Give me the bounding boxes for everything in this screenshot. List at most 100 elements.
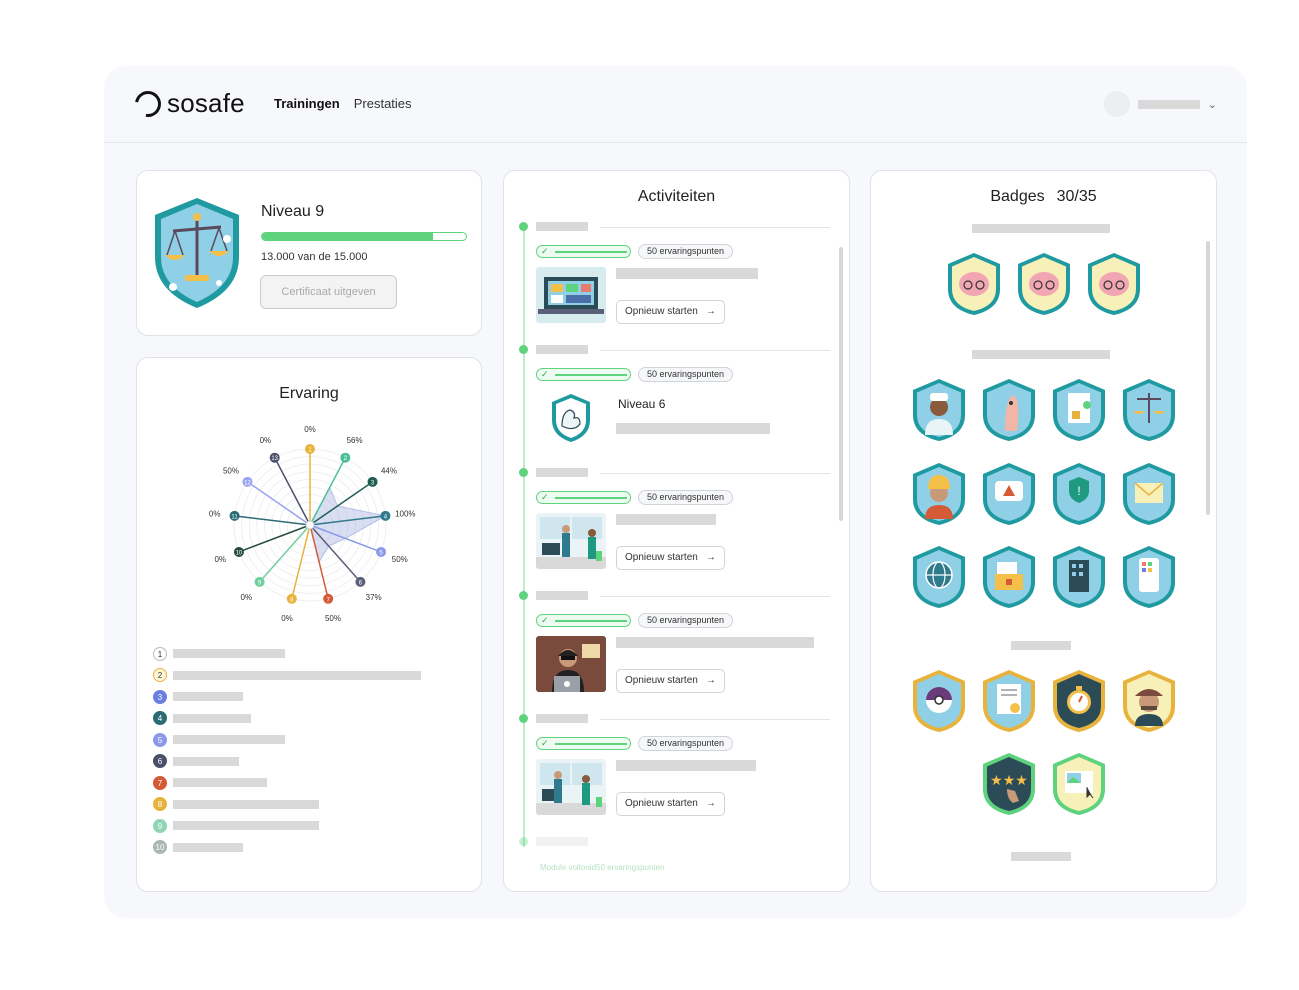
globe-badge-icon[interactable] xyxy=(911,544,967,610)
worm-badge-icon[interactable] xyxy=(981,377,1037,443)
legend-label-placeholder xyxy=(173,842,243,852)
stars-rating-badge-icon[interactable]: ★★★ xyxy=(981,751,1037,817)
legend-item: 9 xyxy=(153,815,421,837)
activity-item: ✓ 50 ervaringspunten Opnieuw starten → xyxy=(504,222,849,345)
top-bar: sosafe Trainingen Prestaties ⌄ xyxy=(104,66,1247,143)
badges-count: 30/35 xyxy=(1056,188,1097,205)
activity-thumbnail[interactable] xyxy=(536,513,606,569)
stopwatch-badge-icon[interactable] xyxy=(1051,668,1107,734)
badge-section-title-placeholder xyxy=(1011,852,1071,861)
radar-value-label: 50% xyxy=(392,555,408,564)
arrow-right-icon: → xyxy=(705,798,716,809)
sosafe-logo[interactable]: sosafe xyxy=(129,85,245,122)
level-progress-fill xyxy=(262,233,434,240)
badges-card: Badges 30/35 ! ★★★ xyxy=(870,170,1217,892)
restart-label: Opnieuw starten xyxy=(625,798,698,809)
badge-section-title-placeholder xyxy=(1011,641,1071,650)
restart-label: Opnieuw starten xyxy=(625,552,698,563)
brain-reading-badge-icon[interactable] xyxy=(1086,251,1142,317)
brain-weights-badge-icon[interactable] xyxy=(946,251,1002,317)
legend-number: 4 xyxy=(153,711,167,726)
legend-label-placeholder xyxy=(173,649,285,659)
legend-item: 4 xyxy=(153,708,421,730)
activities-card: Activiteiten ✓ 50 ervaringspunten Opnieuw … xyxy=(503,170,850,892)
brain-idea-badge-icon[interactable] xyxy=(1016,251,1072,317)
nav-trainingen[interactable]: Trainingen xyxy=(274,96,340,111)
activity-item: ✓ 50 ervaringspunten Niveau 6 xyxy=(504,345,849,468)
activity-xp-badge: 50 ervaringspunten xyxy=(638,367,734,382)
phone-apps-badge-icon[interactable] xyxy=(1121,544,1177,610)
experience-title: Ervaring xyxy=(279,385,339,402)
building-badge-icon[interactable] xyxy=(1051,544,1107,610)
legend-number: 1 xyxy=(153,646,167,661)
radar-axis-13 xyxy=(274,457,311,526)
activity-item: ✓ 50 ervaringspunten Opnieuw starten → xyxy=(504,714,849,837)
activity-thumbnail[interactable] xyxy=(536,267,606,323)
radar-value-label: 100% xyxy=(395,509,415,518)
activity-status-badge: ✓ xyxy=(536,737,631,750)
certificate-badge-icon[interactable] xyxy=(981,668,1037,734)
activity-date-placeholder xyxy=(536,714,588,723)
folder-lock-badge-icon[interactable] xyxy=(981,544,1037,610)
activity-item: ✓ 50 ervaringspunten Opnieuw starten → xyxy=(504,591,849,714)
activity-xp-badge: 50 ervaringspunten xyxy=(638,613,734,628)
restart-button[interactable]: Opnieuw starten → xyxy=(616,546,725,570)
radar-axis-number: 11 xyxy=(231,514,238,520)
justice-scale-shield-icon xyxy=(151,195,243,316)
activity-thumbnail[interactable] xyxy=(536,636,606,692)
restart-button[interactable]: Opnieuw starten → xyxy=(616,300,725,324)
certificate-button[interactable]: Certificaat uitgeven xyxy=(260,275,397,309)
activity-thumbnail[interactable] xyxy=(536,759,606,815)
legend-item: 1 xyxy=(153,643,421,665)
image-cursor-badge-icon[interactable] xyxy=(1051,751,1107,817)
legend-label-placeholder xyxy=(173,756,239,766)
radar-axis-number: 13 xyxy=(271,456,278,462)
justice-scale-badge-icon[interactable] xyxy=(1121,377,1177,443)
svg-text:!: ! xyxy=(1077,484,1080,498)
construction-worker-badge-icon[interactable] xyxy=(911,461,967,527)
legend-label-placeholder xyxy=(173,713,251,723)
restart-button[interactable]: Opnieuw starten → xyxy=(616,669,725,693)
email-badge-icon[interactable] xyxy=(1121,461,1177,527)
activity-divider xyxy=(600,227,830,228)
restart-button[interactable]: Opnieuw starten → xyxy=(616,792,725,816)
warning-chat-badge-icon[interactable] xyxy=(981,461,1037,527)
badge-section-title-placeholder xyxy=(972,224,1110,233)
legend-item: 7 xyxy=(153,772,421,794)
chef-badge-icon[interactable] xyxy=(911,377,967,443)
timeline-dot xyxy=(519,222,528,231)
avatar xyxy=(1103,91,1130,117)
faded-module-text: Module voltooid xyxy=(540,863,597,872)
activities-title: Activiteiten xyxy=(637,188,716,205)
shield-hands-badge-icon[interactable]: ! xyxy=(1051,461,1107,527)
legend-label-placeholder xyxy=(173,778,267,788)
arrow-right-icon: → xyxy=(705,552,716,563)
activity-status-badge: ✓ xyxy=(536,614,631,627)
legend-item: 10 xyxy=(153,837,421,859)
activity-xp-badge: 50 ervaringspunten xyxy=(638,736,734,751)
legend-item: 8 xyxy=(153,794,421,816)
document-lock-badge-icon[interactable] xyxy=(1051,377,1107,443)
status-progress-line xyxy=(555,374,627,376)
pokeball-badge-icon[interactable] xyxy=(911,668,967,734)
legend-item: 3 xyxy=(153,686,421,708)
activity-title-placeholder xyxy=(616,514,716,525)
check-icon: ✓ xyxy=(541,492,549,502)
activity-status-badge: ✓ xyxy=(536,245,631,258)
timeline-dot xyxy=(519,591,528,600)
badges-scrollbar[interactable] xyxy=(1206,241,1210,515)
nav-prestaties[interactable]: Prestaties xyxy=(354,96,412,111)
legend-number: 5 xyxy=(153,732,167,747)
activity-divider xyxy=(600,719,830,720)
arrow-right-icon: → xyxy=(705,675,716,686)
activity-item: ✓ 50 ervaringspunten Opnieuw starten → xyxy=(504,468,849,591)
user-menu[interactable]: ⌄ xyxy=(1103,91,1217,117)
status-progress-line xyxy=(555,743,627,745)
detective-badge-icon[interactable] xyxy=(1121,668,1177,734)
activity-title-placeholder xyxy=(616,637,814,648)
experience-card: Ervaring 1 0% 2 56% 3 44% 4 100% 5 50% 6 37% 7 50% 8 0%… xyxy=(136,357,482,892)
level-title: Niveau 9 xyxy=(261,203,325,220)
main-nav: Trainingen Prestaties xyxy=(274,96,412,111)
timeline-dot xyxy=(519,837,528,846)
radar-center xyxy=(305,520,315,530)
